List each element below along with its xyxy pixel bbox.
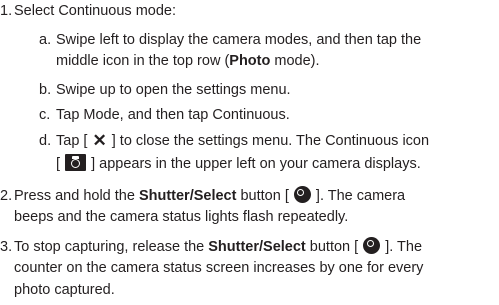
substep-text: Tap [ ✕ ] to close the settings menu. Th… bbox=[56, 131, 496, 176]
substep-letter: c. bbox=[39, 107, 51, 123]
photo-mode-label: Photo bbox=[229, 53, 271, 70]
substep-line: Swipe left to display the camera modes, … bbox=[56, 32, 422, 48]
shutter-button-icon bbox=[293, 186, 311, 203]
step-number: 2. bbox=[0, 188, 13, 204]
step-line: photo captured. bbox=[14, 281, 115, 298]
text-run: ] appears in the upper left on your came… bbox=[91, 156, 421, 173]
shutter-select-label: Shutter/Select bbox=[208, 239, 306, 255]
text-run: ] to close the settings menu. The Contin… bbox=[111, 133, 430, 149]
step-text: Press and hold the Shutter/Select button… bbox=[14, 186, 498, 229]
text-run: Tap [ bbox=[56, 133, 88, 149]
continuous-mode-icon bbox=[65, 154, 87, 172]
step-number: 3. bbox=[0, 239, 13, 255]
step-line: beeps and the camera status lights flash… bbox=[14, 209, 349, 226]
substep-letter: d. bbox=[39, 133, 52, 149]
substep-line: middle icon in the top row (Photo mode). bbox=[56, 51, 496, 72]
text-run: ]. The bbox=[385, 239, 423, 255]
text-run: button [ bbox=[236, 188, 289, 204]
text-run: middle icon in the top row ( bbox=[56, 53, 230, 70]
step-text: To stop capturing, release the Shutter/S… bbox=[14, 237, 498, 301]
step-line: Press and hold the Shutter/Select button… bbox=[14, 186, 498, 207]
text-run: button [ bbox=[305, 239, 359, 255]
substep-text: Tap Mode, and then tap Continuous. bbox=[56, 107, 290, 123]
shutter-select-label: Shutter/Select bbox=[138, 188, 237, 204]
substep-letter: b. bbox=[39, 82, 52, 98]
substep-text: Swipe left to display the camera modes, … bbox=[56, 30, 496, 73]
substep-letter: a. bbox=[39, 32, 52, 48]
text-run: [ bbox=[56, 156, 61, 173]
text-run: mode). bbox=[270, 53, 320, 70]
close-icon: ✕ bbox=[92, 131, 107, 150]
text-run: To stop capturing, release the bbox=[14, 239, 209, 255]
text-run: ]. The camera bbox=[315, 188, 406, 204]
step-line: To stop capturing, release the Shutter/S… bbox=[14, 237, 498, 258]
step-line: counter on the camera status screen incr… bbox=[14, 260, 424, 277]
substep-line: [ ] appears in the upper left on your ca… bbox=[56, 154, 496, 175]
text-run: Press and hold the bbox=[14, 188, 139, 204]
substep-line: Tap [ ✕ ] to close the settings menu. Th… bbox=[56, 131, 496, 152]
shutter-button-icon bbox=[363, 237, 381, 254]
substep-text: Swipe up to open the settings menu. bbox=[56, 82, 291, 98]
instructions-document: 1. Select Continuous mode: a. Swipe left… bbox=[0, 0, 499, 305]
step-number: 1. bbox=[0, 3, 13, 19]
step-text: Select Continuous mode: bbox=[14, 3, 177, 19]
